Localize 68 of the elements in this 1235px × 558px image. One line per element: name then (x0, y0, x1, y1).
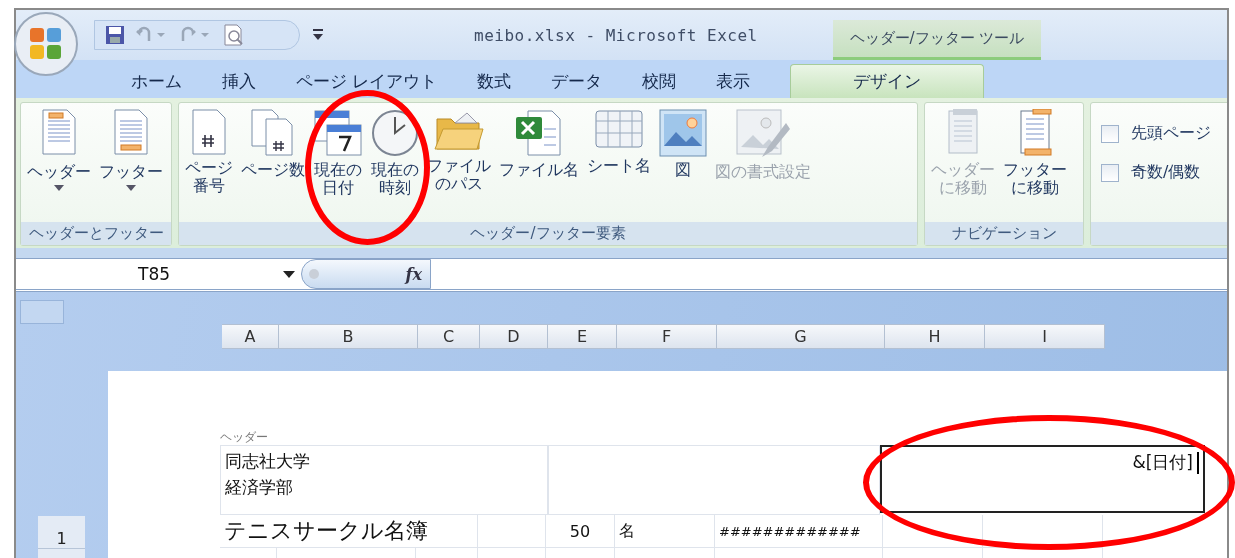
header-text: &[日付] (886, 449, 1199, 475)
checkbox[interactable] (1101, 124, 1119, 143)
header-section[interactable] (548, 445, 880, 515)
group-label: ヘッダー/フッター要素 (179, 222, 917, 245)
contextual-tab-label: ヘッダー/フッター ツール (833, 20, 1041, 60)
knob-icon (308, 268, 320, 280)
text-cursor (1197, 452, 1199, 474)
ribbon-button[interactable]: フッター (97, 109, 165, 191)
spreadsheet-file-icon (514, 109, 564, 157)
ribbon-button[interactable]: 現在の 日付 (311, 109, 365, 197)
insert-function-button[interactable]: fx (405, 264, 422, 284)
ribbon-button[interactable]: シート名 (585, 109, 653, 175)
header-section[interactable]: &[日付] (880, 445, 1205, 513)
name-box[interactable]: T85 (16, 259, 301, 289)
header-label: ヘッダー (220, 429, 269, 444)
cell-reference: T85 (138, 264, 171, 284)
table-cell: 名 (615, 515, 715, 548)
ribbon-button[interactable]: 現在の 時刻 (369, 109, 421, 197)
row-header[interactable]: 1 (38, 516, 85, 549)
column-header[interactable]: C (418, 324, 480, 349)
image-brush-icon (736, 109, 790, 159)
numbered-page-icon (191, 109, 227, 155)
checkbox-label: 奇数/偶数 (1131, 162, 1201, 183)
column-header[interactable]: G (717, 324, 885, 349)
column-header[interactable]: F (617, 324, 717, 349)
pages-icon (250, 109, 296, 157)
table-cell (478, 515, 546, 548)
ribbon-tab[interactable]: データ (531, 64, 623, 98)
ribbon-tab[interactable]: 校閲 (622, 64, 697, 98)
ribbon-tab[interactable]: 表示 (696, 64, 771, 98)
calendar-icon (313, 109, 363, 157)
checkbox[interactable] (1101, 163, 1119, 182)
header-text: 経済学部 (225, 476, 294, 499)
ribbon-tab[interactable]: ホーム (111, 64, 202, 98)
column-header[interactable]: E (548, 324, 617, 349)
table-cell: ############# (715, 515, 883, 548)
checkbox-label: 先頭ページ (1131, 123, 1211, 144)
group-label: ナビゲーション (925, 222, 1083, 245)
column-header[interactable]: I (985, 324, 1105, 349)
customize-caret-icon[interactable] (312, 28, 324, 42)
table-cell: テニスサークル名簿 (220, 515, 478, 548)
dropdown-caret-icon[interactable] (283, 270, 295, 278)
ribbon-button[interactable]: ヘッダー (25, 109, 93, 191)
office-button[interactable] (12, 10, 80, 78)
save-icon[interactable] (105, 25, 125, 45)
ribbon-tab[interactable]: 数式 (457, 64, 532, 98)
window-title: meibo.xlsx - Microsoft Excel (474, 25, 758, 45)
checkbox-option[interactable]: 奇数/偶数 (1101, 162, 1227, 183)
ribbon-button[interactable]: ページ数 (239, 109, 307, 179)
table-cell: 50 (546, 515, 615, 548)
checkbox-option[interactable]: 先頭ページ (1101, 123, 1227, 144)
column-header[interactable]: D (480, 324, 548, 349)
header-text: 同志社大学 (225, 450, 311, 473)
group-label: ヘッダーとフッター (21, 222, 171, 245)
column-header[interactable]: H (885, 324, 985, 349)
ribbon-tab[interactable]: デザイン (790, 64, 985, 98)
select-all-button[interactable] (20, 300, 64, 324)
ribbon-button[interactable]: フッター に移動 (1001, 109, 1069, 197)
ribbon-button[interactable]: ページ 番号 (183, 109, 235, 195)
image-icon (659, 109, 707, 157)
column-header[interactable]: B (279, 324, 418, 349)
ribbon-button[interactable]: ファイル名 (497, 109, 581, 179)
clock-icon (371, 109, 419, 157)
header-section[interactable]: 同志社大学 経済学部 (220, 445, 548, 515)
column-header[interactable]: A (222, 324, 279, 349)
ribbon-button[interactable]: 図 (657, 109, 709, 179)
ribbon-tab[interactable]: ページ レイアウト (276, 64, 458, 98)
ribbon-tab[interactable]: 挿入 (202, 64, 276, 98)
